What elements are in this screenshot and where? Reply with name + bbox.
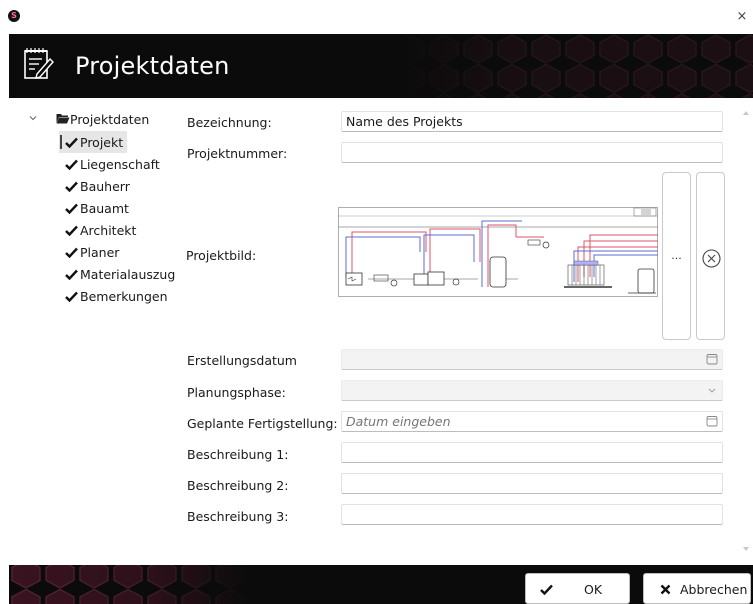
check-icon [65, 203, 78, 214]
tree-item-bemerkungen[interactable]: Bemerkungen [59, 285, 178, 307]
edit-document-icon [24, 48, 54, 79]
tree-item-label: Liegenschaft [80, 156, 160, 172]
beschreibung2-label: Beschreibung 2: [187, 478, 289, 493]
bezeichnung-input[interactable] [341, 111, 723, 132]
footer-bar [9, 565, 753, 604]
fertigstellung-input[interactable] [341, 411, 723, 432]
x-icon [660, 584, 671, 595]
chevron-down-icon[interactable] [28, 113, 38, 123]
title-bar: S × [0, 0, 753, 34]
check-icon [65, 291, 78, 302]
beschreibung2-input[interactable] [341, 473, 723, 494]
fertigstellung-label: Geplante Fertigstellung: [187, 416, 338, 431]
check-icon [65, 225, 78, 236]
chevron-down-icon[interactable] [706, 384, 718, 396]
cancel-label: Abbrechen [680, 582, 748, 597]
browse-label: ... [671, 249, 682, 262]
remove-image-button[interactable] [696, 172, 725, 340]
dialog-window: S × Projektdaten Projektdaten Projekt Li… [0, 0, 753, 604]
beschreibung1-input[interactable] [341, 442, 723, 463]
tree-root-projektdaten[interactable]: Projektdaten [28, 110, 178, 130]
vertical-scrollbar[interactable] [739, 104, 753, 558]
tree-item-materialauszug[interactable]: Materialauszug [59, 263, 178, 285]
beschreibung3-input[interactable] [341, 504, 723, 525]
tree-item-label: Bauamt [80, 200, 129, 216]
tree-item-liegenschaft[interactable]: Liegenschaft [59, 153, 178, 175]
check-icon [65, 269, 78, 280]
tree-item-label: Projekt [80, 134, 124, 150]
beschreibung1-label: Beschreibung 1: [187, 447, 289, 462]
bezeichnung-label: Bezeichnung: [187, 115, 272, 130]
hex-pattern-decoration [393, 34, 753, 98]
check-icon [65, 137, 78, 148]
check-icon [65, 247, 78, 258]
planungsphase-value[interactable] [341, 380, 723, 401]
tree-root-label: Projektdaten [70, 112, 150, 127]
tree-item-label: Bemerkungen [80, 288, 168, 304]
tree-item-planer[interactable]: Planer [59, 241, 178, 263]
project-image-schematic [338, 207, 658, 297]
scroll-down-icon[interactable] [742, 546, 750, 552]
fertigstellung-field [341, 411, 723, 432]
tree-item-label: Materialauszug [80, 266, 176, 282]
projektbild-label: Projektbild: [186, 248, 257, 263]
ok-button[interactable]: OK [525, 573, 630, 604]
browse-image-button[interactable]: ... [662, 172, 691, 340]
calendar-icon[interactable] [706, 415, 718, 427]
planungsphase-label: Planungsphase: [187, 385, 286, 400]
calendar-icon [706, 354, 718, 365]
beschreibung3-label: Beschreibung 3: [187, 509, 289, 524]
planungsphase-select[interactable] [341, 380, 723, 401]
app-logo-icon: S [8, 10, 20, 22]
erstellungsdatum-label: Erstellungsdatum [187, 353, 297, 368]
ok-label: OK [584, 582, 603, 597]
header-banner: Projektdaten [9, 34, 753, 98]
remove-circle-icon [702, 249, 721, 268]
check-icon [540, 584, 553, 595]
folder-open-icon [56, 114, 70, 124]
close-button[interactable]: × [735, 10, 749, 25]
check-icon [65, 181, 78, 192]
tree-item-label: Bauherr [80, 178, 130, 194]
scroll-up-icon[interactable] [742, 110, 750, 116]
projektnummer-label: Projektnummer: [187, 146, 288, 161]
projektnummer-input[interactable] [341, 142, 723, 163]
tree-item-bauherr[interactable]: Bauherr [59, 175, 178, 197]
page-title: Projektdaten [75, 52, 230, 80]
check-icon [65, 159, 78, 170]
tree-item-architekt[interactable]: Architekt [59, 219, 178, 241]
cancel-button[interactable]: Abbrechen [643, 573, 751, 604]
navigation-tree: Projektdaten Projekt Liegenschaft Bauher… [28, 110, 178, 307]
erstellungsdatum-input [341, 349, 723, 370]
hex-pattern-decoration [9, 565, 249, 604]
tree-item-label: Planer [80, 244, 120, 260]
tree-item-projekt[interactable]: Projekt [59, 131, 127, 153]
erstellungsdatum-field [341, 349, 723, 370]
tree-item-label: Architekt [80, 222, 137, 238]
tree-item-bauamt[interactable]: Bauamt [59, 197, 178, 219]
